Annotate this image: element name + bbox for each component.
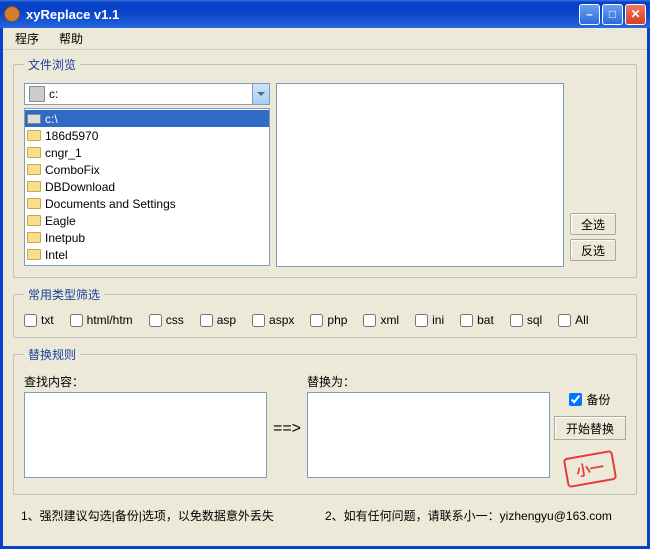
type-label: css	[166, 313, 184, 327]
file-browse-group: 文件浏览 c: c:\ 186d5970 cngr_1 ComboFix DBDownl…	[13, 56, 637, 278]
type-asp: asp	[200, 313, 236, 327]
author-stamp: 小一	[563, 450, 617, 488]
select-all-button[interactable]: 全选	[570, 213, 616, 235]
folder-name: 186d5970	[45, 129, 98, 143]
folder-name: cngr_1	[45, 146, 82, 160]
drive-combo[interactable]: c:	[24, 83, 270, 105]
folder-item[interactable]: DBDownload	[25, 178, 269, 195]
footer-note-2: 2、如有任何问题，请联系小一：yizhengyu@163.com	[325, 507, 629, 524]
drive-icon	[27, 114, 41, 124]
folder-item[interactable]: c:\	[25, 110, 269, 127]
type-checkbox-asp[interactable]	[200, 314, 213, 327]
folder-item[interactable]: ComboFix	[25, 161, 269, 178]
type-label: html/htm	[87, 313, 133, 327]
menu-program[interactable]: 程序	[9, 28, 45, 49]
folder-name: Documents and Settings	[45, 197, 176, 211]
backup-label: 备份	[586, 391, 610, 408]
arrow-icon: ==>	[267, 373, 307, 484]
type-ini: ini	[415, 313, 444, 327]
type-checkbox-php[interactable]	[310, 314, 323, 327]
type-All: All	[558, 313, 588, 327]
dropdown-arrow-icon[interactable]	[252, 84, 269, 104]
folder-list[interactable]: c:\ 186d5970 cngr_1 ComboFix DBDownload Docum…	[24, 108, 270, 266]
type-label: asp	[217, 313, 236, 327]
folder-name: Inetpub	[45, 231, 85, 245]
type-checkbox-bat[interactable]	[460, 314, 473, 327]
type-php: php	[310, 313, 347, 327]
folder-item[interactable]: 186d5970	[25, 127, 269, 144]
type-label: ini	[432, 313, 444, 327]
folder-name: Intel	[45, 248, 68, 262]
file-browse-legend: 文件浏览	[24, 56, 80, 73]
type-checkbox-ini[interactable]	[415, 314, 428, 327]
folder-name: c:\	[45, 112, 58, 126]
type-label: txt	[41, 313, 54, 327]
folder-icon	[27, 198, 41, 209]
maximize-button[interactable]: □	[602, 4, 623, 25]
type-label: sql	[527, 313, 542, 327]
type-label: All	[575, 313, 588, 327]
type-txt: txt	[24, 313, 54, 327]
folder-item[interactable]: Intel	[25, 246, 269, 263]
drive-icon	[29, 86, 45, 102]
type-checkbox-aspx[interactable]	[252, 314, 265, 327]
backup-checkbox[interactable]	[569, 393, 582, 406]
file-results-list[interactable]	[276, 83, 564, 267]
drive-text: c:	[49, 87, 252, 101]
file-types-legend: 常用类型筛选	[24, 286, 104, 303]
type-checkbox-sql[interactable]	[510, 314, 523, 327]
type-css: css	[149, 313, 184, 327]
window-title: xyReplace v1.1	[26, 7, 579, 22]
folder-icon	[27, 232, 41, 243]
close-button[interactable]: ✕	[625, 4, 646, 25]
type-label: bat	[477, 313, 494, 327]
find-label: 查找内容：	[24, 373, 267, 390]
minimize-button[interactable]: –	[579, 4, 600, 25]
menubar: 程序 帮助	[3, 28, 647, 50]
folder-icon	[27, 249, 41, 260]
folder-name: ComboFix	[45, 163, 100, 177]
titlebar: xyReplace v1.1 – □ ✕	[0, 0, 650, 28]
type-sql: sql	[510, 313, 542, 327]
replace-textarea[interactable]	[307, 392, 550, 478]
footer: 1、强烈建议勾选|备份|选项，以免数据意外丢失 2、如有任何问题，请联系小一：y…	[13, 503, 637, 528]
folder-item[interactable]: Eagle	[25, 212, 269, 229]
find-textarea[interactable]	[24, 392, 267, 478]
type-bat: bat	[460, 313, 494, 327]
folder-name: DBDownload	[45, 180, 115, 194]
folder-icon	[27, 164, 41, 175]
type-checkbox-xml[interactable]	[363, 314, 376, 327]
folder-item[interactable]: Inetpub	[25, 229, 269, 246]
app-icon	[4, 6, 20, 22]
folder-name: Eagle	[45, 214, 76, 228]
type-label: aspx	[269, 313, 294, 327]
type-checkbox-All[interactable]	[558, 314, 571, 327]
replace-rules-legend: 替换规则	[24, 346, 80, 363]
type-aspx: aspx	[252, 313, 294, 327]
folder-icon	[27, 181, 41, 192]
folder-icon	[27, 130, 41, 141]
type-xml: xml	[363, 313, 399, 327]
folder-item[interactable]: cngr_1	[25, 144, 269, 161]
folder-icon	[27, 147, 41, 158]
invert-selection-button[interactable]: 反选	[570, 239, 616, 261]
replace-label: 替换为：	[307, 373, 550, 390]
type-label: php	[327, 313, 347, 327]
footer-note-1: 1、强烈建议勾选|备份|选项，以免数据意外丢失	[21, 507, 325, 524]
type-checkbox-html-htm[interactable]	[70, 314, 83, 327]
folder-item[interactable]: Documents and Settings	[25, 195, 269, 212]
type-checkbox-txt[interactable]	[24, 314, 37, 327]
file-types-group: 常用类型筛选 txt html/htm css asp aspx php xml ini bat…	[13, 286, 637, 338]
folder-icon	[27, 215, 41, 226]
type-checkbox-css[interactable]	[149, 314, 162, 327]
type-html-htm: html/htm	[70, 313, 133, 327]
type-label: xml	[380, 313, 399, 327]
replace-rules-group: 替换规则 查找内容： ==> 替换为： 备份 开始替换 小一	[13, 346, 637, 495]
menu-help[interactable]: 帮助	[53, 28, 89, 49]
start-replace-button[interactable]: 开始替换	[554, 416, 626, 440]
